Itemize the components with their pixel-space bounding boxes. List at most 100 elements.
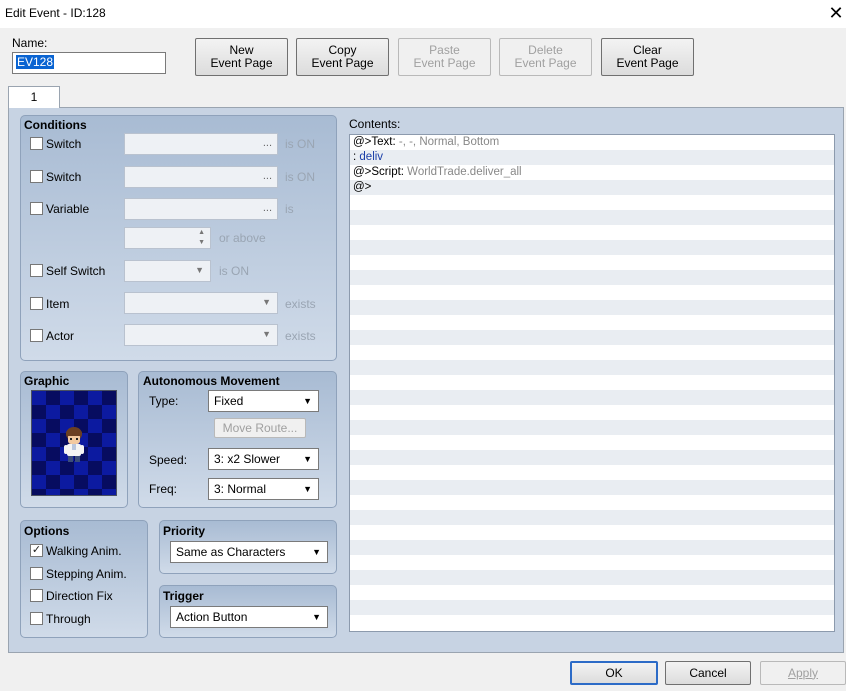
variable-field[interactable]: ... — [124, 198, 278, 220]
spin-down-icon[interactable]: ▼ — [198, 239, 205, 246]
close-icon[interactable]: ✕ — [826, 2, 846, 24]
variable-above-label: or above — [219, 231, 266, 245]
variable-checkbox[interactable] — [30, 202, 43, 215]
item-checkbox[interactable] — [30, 297, 43, 310]
contents-row[interactable] — [350, 465, 834, 480]
switch1-field[interactable]: ... — [124, 133, 278, 155]
contents-row[interactable]: @>Script: WorldTrade.deliver_all — [350, 165, 834, 180]
contents-row[interactable] — [350, 450, 834, 465]
contents-row[interactable] — [350, 330, 834, 345]
self-switch-label: Self Switch — [46, 264, 106, 278]
new-event-page-button[interactable]: New Event Page — [195, 38, 288, 76]
chevron-down-icon: ▼ — [195, 265, 204, 275]
stepping-anim-checkbox[interactable] — [30, 567, 43, 580]
conditions-title: Conditions — [24, 118, 87, 132]
move-route-button[interactable]: Move Route... — [214, 418, 306, 438]
contents-row[interactable] — [350, 540, 834, 555]
contents-row[interactable] — [350, 405, 834, 420]
item-select[interactable]: ▼ — [124, 292, 278, 314]
variable-suffix: is — [285, 202, 294, 216]
switch2-field[interactable]: ... — [124, 166, 278, 188]
contents-row[interactable] — [350, 360, 834, 375]
clear-event-page-button[interactable]: Clear Event Page — [601, 38, 694, 76]
copy-button-line2: Event Page — [311, 56, 374, 70]
speed-select[interactable]: 3: x2 Slower ▼ — [208, 448, 319, 470]
direction-fix-label: Direction Fix — [46, 589, 113, 603]
autonomous-movement-title: Autonomous Movement — [143, 374, 280, 388]
delete-button-line2: Event Page — [514, 56, 577, 70]
contents-row[interactable] — [350, 525, 834, 540]
contents-row[interactable] — [350, 270, 834, 285]
contents-row[interactable] — [350, 255, 834, 270]
graphic-preview[interactable] — [31, 390, 117, 496]
trigger-value: Action Button — [176, 610, 248, 624]
chevron-down-icon: ▼ — [303, 484, 312, 494]
chevron-down-icon: ▼ — [262, 329, 271, 339]
self-switch-select[interactable]: ▼ — [124, 260, 211, 282]
name-input-value: EV128 — [16, 55, 55, 69]
contents-list[interactable]: @>Text: -, -, Normal, Bottom : deliv @>Sc… — [349, 134, 835, 632]
copy-event-page-button[interactable]: Copy Event Page — [296, 38, 389, 76]
contents-row[interactable] — [350, 195, 834, 210]
through-checkbox[interactable] — [30, 612, 43, 625]
variable-label: Variable — [46, 202, 90, 216]
actor-label: Actor — [46, 329, 75, 343]
chevron-down-icon: ▼ — [262, 297, 271, 307]
switch1-checkbox[interactable] — [30, 137, 43, 150]
contents-row[interactable] — [350, 510, 834, 525]
contents-row[interactable] — [350, 300, 834, 315]
contents-row[interactable] — [350, 435, 834, 450]
clear-button-line2: Event Page — [616, 56, 679, 70]
name-input[interactable]: EV128 — [12, 52, 166, 74]
command-prefix: @>Text: — [353, 136, 396, 148]
freq-select[interactable]: 3: Normal ▼ — [208, 478, 319, 500]
contents-row[interactable] — [350, 600, 834, 615]
tab-page-1[interactable]: 1 — [8, 86, 60, 108]
contents-row[interactable] — [350, 495, 834, 510]
contents-row[interactable] — [350, 615, 834, 630]
new-button-line2: Event Page — [210, 56, 273, 70]
contents-row[interactable]: @> — [350, 180, 834, 195]
priority-select[interactable]: Same as Characters ▼ — [170, 541, 328, 563]
contents-row[interactable] — [350, 285, 834, 300]
contents-row[interactable] — [350, 375, 834, 390]
variable-value-stepper[interactable]: ▲ ▼ — [124, 227, 211, 249]
stepping-anim-label: Stepping Anim. — [46, 567, 127, 581]
contents-row[interactable] — [350, 570, 834, 585]
spin-up-icon[interactable]: ▲ — [198, 229, 205, 236]
contents-row[interactable] — [350, 210, 834, 225]
actor-checkbox[interactable] — [30, 329, 43, 342]
apply-button[interactable]: Apply — [760, 661, 846, 685]
contents-row[interactable] — [350, 345, 834, 360]
contents-rows: @>Text: -, -, Normal, Bottom : deliv @>Sc… — [350, 135, 834, 630]
self-switch-checkbox[interactable] — [30, 264, 43, 277]
dots-icon: ... — [262, 170, 272, 182]
type-select[interactable]: Fixed ▼ — [208, 390, 319, 412]
window-title: Edit Event - ID:128 — [5, 6, 106, 20]
contents-row[interactable]: @>Text: -, -, Normal, Bottom — [350, 135, 834, 150]
contents-row[interactable] — [350, 420, 834, 435]
trigger-title: Trigger — [163, 589, 204, 603]
paste-button-line2: Event Page — [413, 56, 476, 70]
cancel-button[interactable]: Cancel — [665, 661, 751, 685]
contents-row[interactable] — [350, 585, 834, 600]
contents-row[interactable] — [350, 225, 834, 240]
walking-anim-checkbox[interactable]: ✓ — [30, 544, 43, 557]
direction-fix-checkbox[interactable] — [30, 589, 43, 602]
contents-row[interactable] — [350, 480, 834, 495]
contents-row[interactable]: : deliv — [350, 150, 834, 165]
contents-row[interactable] — [350, 240, 834, 255]
switch1-suffix: is ON — [285, 137, 315, 151]
trigger-select[interactable]: Action Button ▼ — [170, 606, 328, 628]
contents-row[interactable] — [350, 555, 834, 570]
chevron-down-icon: ▼ — [303, 396, 312, 406]
actor-select[interactable]: ▼ — [124, 324, 278, 346]
switch2-checkbox[interactable] — [30, 170, 43, 183]
ok-button[interactable]: OK — [570, 661, 658, 685]
paste-event-page-button[interactable]: Paste Event Page — [398, 38, 491, 76]
contents-row[interactable] — [350, 315, 834, 330]
delete-event-page-button[interactable]: Delete Event Page — [499, 38, 592, 76]
contents-label: Contents: — [349, 117, 401, 131]
command-prefix: @>Script: — [353, 166, 404, 178]
contents-row[interactable] — [350, 390, 834, 405]
